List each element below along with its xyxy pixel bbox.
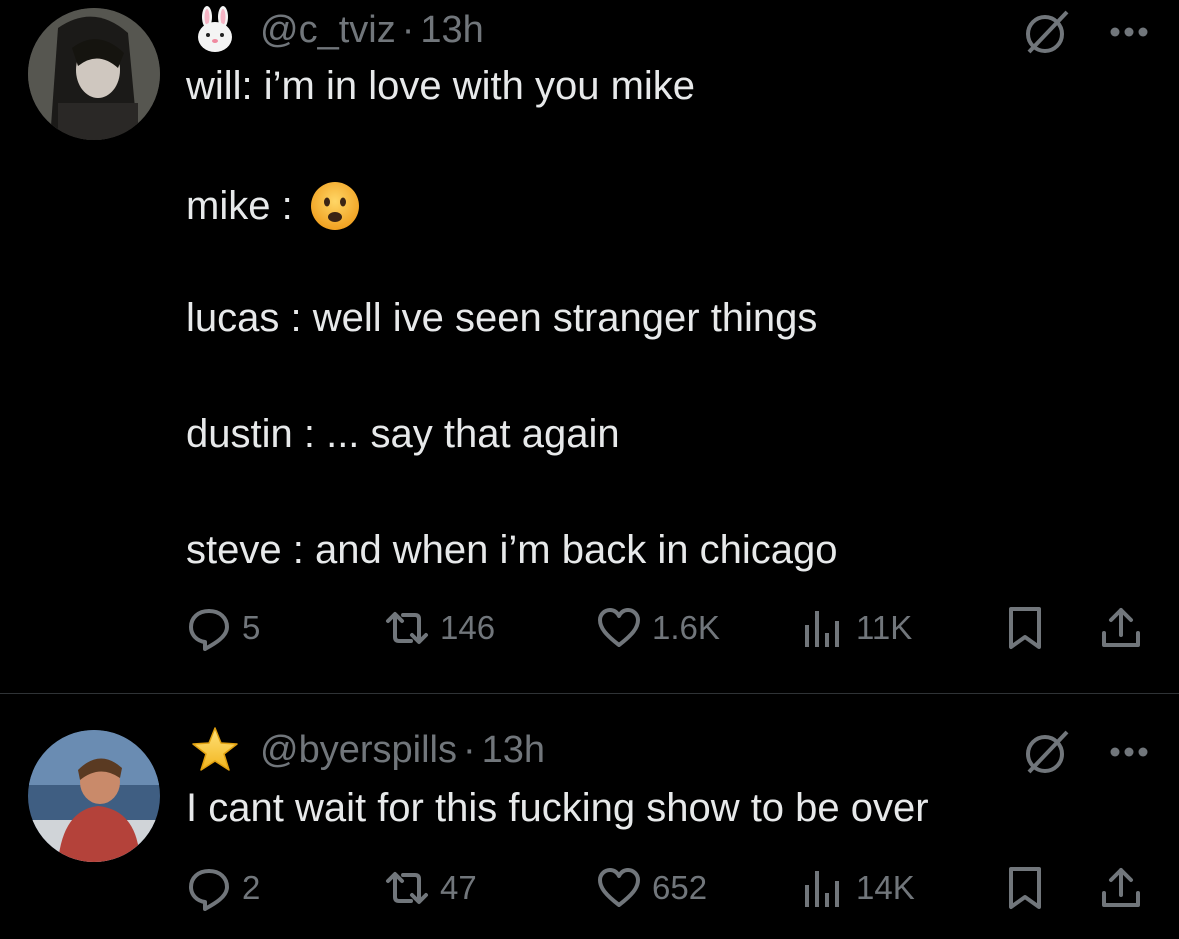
reply-button[interactable]: 2: [186, 863, 260, 913]
bookmark-icon: [1009, 607, 1041, 649]
text-line: steve : and when i’m back in chicago: [186, 528, 838, 572]
separator-dot: ·: [401, 8, 415, 51]
frowning-face-emoji-icon: [310, 182, 359, 230]
reply-button[interactable]: 5: [186, 603, 260, 653]
text-line-with-emoji: mike :: [186, 180, 361, 232]
bunny-icon: [198, 6, 232, 52]
timestamp[interactable]: 13h: [420, 9, 483, 52]
bookmark-button[interactable]: [1002, 603, 1058, 653]
tweet-top-icons: [1021, 6, 1149, 58]
separator-dot: ·: [462, 728, 476, 771]
views-icon: [805, 611, 839, 647]
grok-icon[interactable]: [1021, 6, 1073, 58]
retweet-icon: [386, 612, 428, 644]
view-count: 14K: [856, 869, 915, 906]
tweet-1[interactable]: @c_tviz · 13h will: i’m in love with you…: [0, 0, 1179, 693]
like-button[interactable]: 1.6K: [596, 603, 720, 653]
tweet-2[interactable]: @byerspills · 13h I cant wait for this f…: [0, 694, 1179, 939]
view-count: 11K: [856, 609, 913, 646]
views-icon: [805, 871, 839, 907]
heart-icon: [598, 868, 640, 907]
retweet-icon: [386, 872, 428, 904]
reply-count: 2: [242, 869, 261, 906]
grok-icon[interactable]: [1021, 726, 1073, 778]
text-line: I cant wait for this fucking show to be …: [186, 786, 929, 830]
more-options-icon[interactable]: [1109, 26, 1149, 38]
text-line: dustin : ... say that again: [186, 412, 620, 456]
avatar[interactable]: [28, 730, 160, 862]
share-button[interactable]: [1098, 863, 1154, 913]
reply-icon: [189, 869, 229, 911]
views-button[interactable]: 14K: [800, 863, 915, 913]
views-button[interactable]: 11K: [800, 603, 912, 653]
share-icon: [1102, 608, 1140, 647]
retweet-button[interactable]: 146: [384, 603, 495, 653]
more-options-icon[interactable]: [1109, 746, 1149, 758]
text-line: will: i’m in love with you mike: [186, 64, 696, 108]
share-icon: [1102, 868, 1140, 907]
like-button[interactable]: 652: [596, 863, 707, 913]
text-line: mike :: [186, 183, 293, 228]
tweet-header: @c_tviz · 13h: [190, 4, 484, 56]
tweet-top-icons: [1021, 726, 1149, 778]
like-count: 652: [652, 869, 708, 906]
tweet-header: @byerspills · 13h: [190, 724, 545, 776]
heart-icon: [598, 608, 640, 647]
username-handle[interactable]: @c_tviz: [260, 9, 396, 52]
retweet-count: 146: [440, 609, 496, 646]
like-count: 1.6K: [652, 609, 720, 646]
bookmark-button[interactable]: [1002, 863, 1058, 913]
text-line: lucas : well ive seen stranger things: [186, 296, 818, 340]
tweet-actions: 2 47 652 14K: [186, 863, 1151, 913]
retweet-count: 47: [440, 869, 477, 906]
reply-icon: [189, 609, 229, 651]
retweet-button[interactable]: 47: [384, 863, 477, 913]
reply-count: 5: [242, 609, 261, 646]
star-icon: [192, 727, 238, 771]
share-button[interactable]: [1098, 603, 1154, 653]
tweet-actions: 5 146 1.6K 11K: [186, 603, 1151, 653]
bookmark-icon: [1009, 867, 1041, 909]
timestamp[interactable]: 13h: [482, 729, 545, 772]
avatar[interactable]: [28, 8, 160, 140]
username-handle[interactable]: @byerspills: [260, 729, 457, 772]
